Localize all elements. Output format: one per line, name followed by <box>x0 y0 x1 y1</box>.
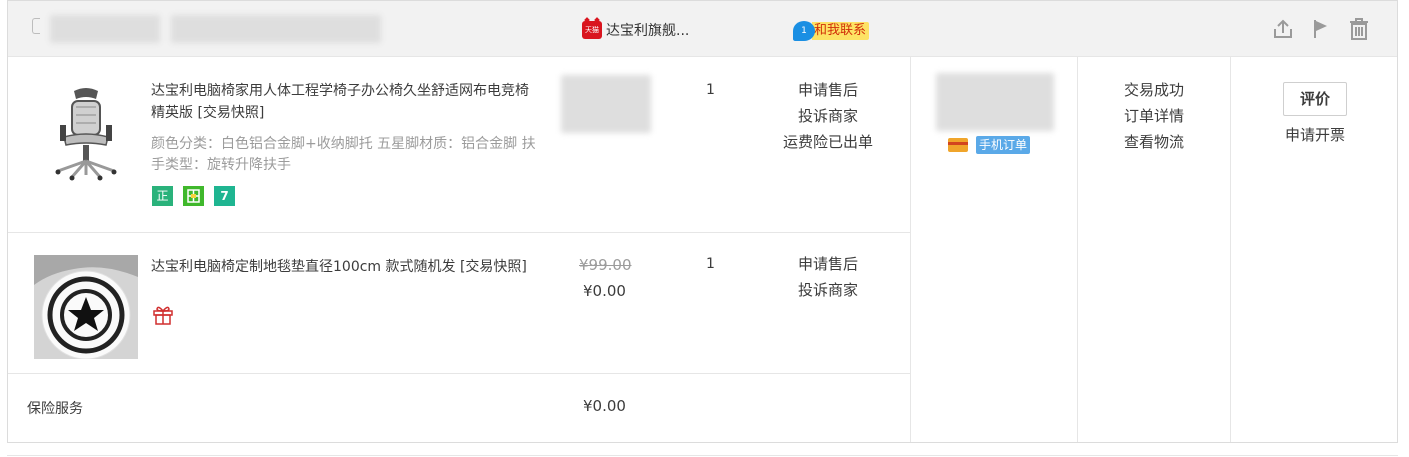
apply-invoice-link[interactable]: 申请开票 <box>1250 124 1380 145</box>
rate-button[interactable]: 评价 <box>1283 82 1347 116</box>
contact-seller-label[interactable]: 和我联系 <box>812 22 870 40</box>
service-badges: 正 7 <box>152 186 235 206</box>
shop-name[interactable]: 达宝利旗舰... <box>606 20 689 40</box>
order-header-icons <box>1271 17 1371 41</box>
apply-after-sales-link[interactable]: 申请售后 <box>758 77 898 103</box>
order-number-redacted <box>171 15 381 43</box>
insurance-service-label: 保险服务 <box>27 401 83 417</box>
apply-after-sales-link[interactable]: 申请售后 <box>758 251 898 277</box>
item-quantity: 1 <box>706 82 715 98</box>
payment-info: 手机订单 <box>948 136 1031 154</box>
seven-day-return-icon[interactable]: 7 <box>214 186 235 206</box>
trade-snapshot-link[interactable]: [交易快照] <box>197 105 264 121</box>
payment-amount-redacted <box>936 73 1054 131</box>
actual-price: ¥0.00 <box>583 282 626 300</box>
share-icon[interactable] <box>1271 17 1295 41</box>
guarantee-icon[interactable] <box>183 186 204 206</box>
item-quantity: 1 <box>706 256 715 272</box>
shipping-insurance-status: 运费险已出单 <box>782 133 873 151</box>
order-date-redacted <box>50 15 160 43</box>
card-icon <box>948 138 968 152</box>
item-services: 申请售后 投诉商家 运费险已出单 <box>758 77 898 155</box>
order-card: 天猫 达宝利旗舰... 1 和我联系 达宝利电脑椅家用人体工程学椅子办公椅久坐舒… <box>7 0 1398 443</box>
column-divider <box>1230 57 1231 442</box>
mobile-order-tag: 手机订单 <box>976 136 1031 154</box>
column-divider <box>1077 57 1078 442</box>
wangwang-icon: 1 <box>793 21 815 41</box>
flag-icon[interactable] <box>1309 17 1333 41</box>
item-price-redacted <box>561 75 651 133</box>
view-logistics-link[interactable]: 查看物流 <box>1094 129 1214 155</box>
tmall-cat-icon: 天猫 <box>582 21 602 39</box>
row-divider <box>8 373 910 374</box>
product-thumbnail-rug[interactable] <box>34 255 138 360</box>
next-order-divider <box>7 455 1398 456</box>
complain-seller-link[interactable]: 投诉商家 <box>758 103 898 129</box>
contact-seller-button[interactable]: 1 和我联系 <box>793 21 870 41</box>
product-title-text[interactable]: 达宝利电脑椅定制地毯垫直径100cm 款式随机发 <box>151 259 456 275</box>
genuine-icon[interactable]: 正 <box>152 186 173 206</box>
product-title[interactable]: 达宝利电脑椅定制地毯垫直径100cm 款式随机发 [交易快照] <box>151 256 536 278</box>
original-price: ¥99.00 <box>579 256 632 274</box>
product-title[interactable]: 达宝利电脑椅家用人体工程学椅子办公椅久坐舒适网布电竞椅精英版 [交易快照] <box>151 80 536 124</box>
order-status: 交易成功 订单详情 查看物流 <box>1094 77 1214 155</box>
product-thumbnail-chair[interactable] <box>34 79 138 183</box>
order-header: 天猫 达宝利旗舰... 1 和我联系 <box>8 1 1397 57</box>
column-divider <box>910 57 911 442</box>
trash-icon[interactable] <box>1347 17 1371 41</box>
trade-status-text: 交易成功 <box>1123 81 1184 99</box>
select-order-checkbox[interactable] <box>32 18 40 34</box>
gift-icon <box>152 303 174 329</box>
insurance-price: ¥0.00 <box>583 397 626 415</box>
row-divider <box>8 232 910 233</box>
trade-snapshot-link[interactable]: [交易快照] <box>460 259 527 275</box>
shop-link[interactable]: 天猫 达宝利旗舰... <box>582 19 689 41</box>
complain-seller-link[interactable]: 投诉商家 <box>758 277 898 303</box>
order-actions: 评价 申请开票 <box>1250 82 1380 145</box>
product-attributes: 颜色分类：白色铝合金脚+收纳脚托 五星脚材质：铝合金脚 扶手类型：旋转升降扶手 <box>151 136 536 173</box>
item-services: 申请售后 投诉商家 <box>758 251 898 303</box>
order-details-link[interactable]: 订单详情 <box>1094 103 1214 129</box>
